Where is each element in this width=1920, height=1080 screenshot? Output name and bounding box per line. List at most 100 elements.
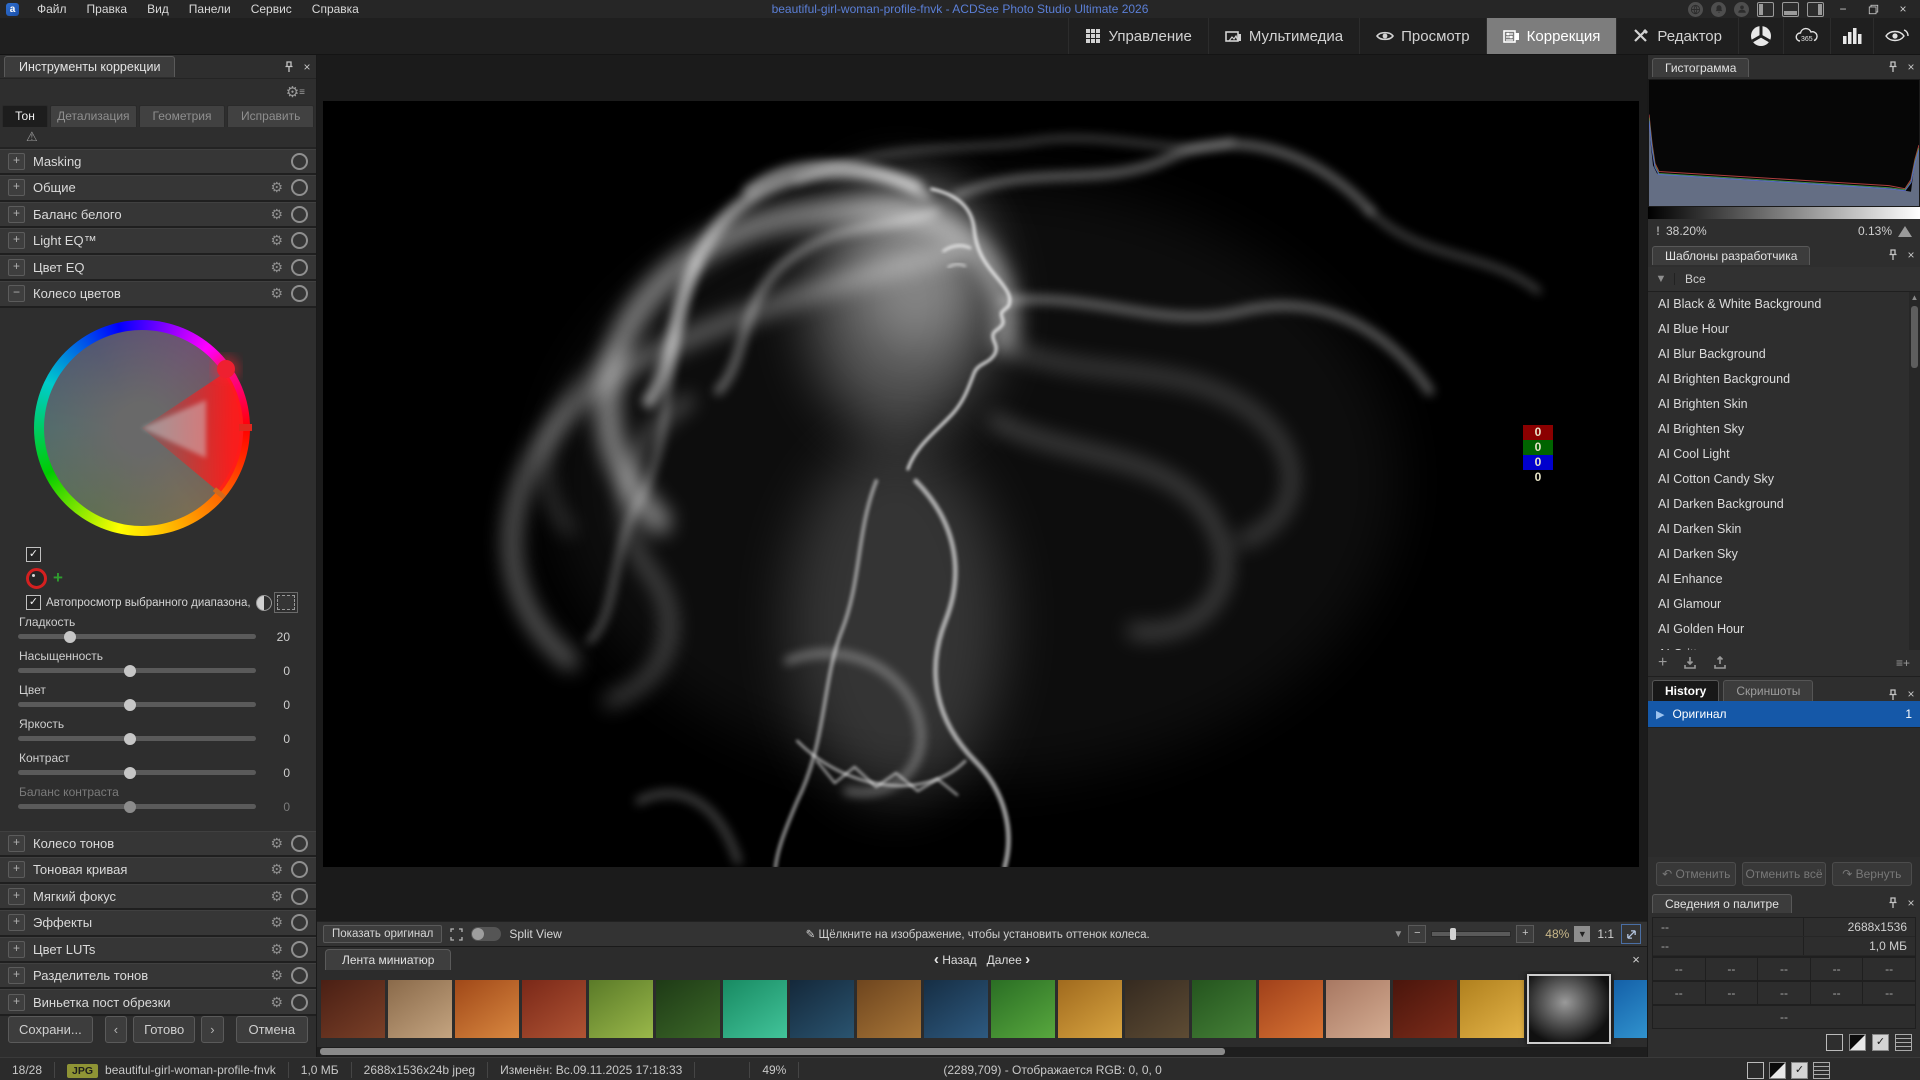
section-white-balance[interactable]: + Баланс белого ⚙: [0, 202, 316, 228]
preset-item[interactable]: AI Brighten Skin: [1648, 392, 1920, 417]
image-canvas[interactable]: 0 0 0 0: [317, 55, 1647, 921]
toggle-right-panel-icon[interactable]: [1807, 2, 1824, 17]
close-panel-icon[interactable]: ×: [1902, 896, 1920, 910]
section-split-tone[interactable]: + Разделитель тонов ⚙: [0, 963, 316, 989]
zoom-slider-handle[interactable]: [1450, 928, 1456, 940]
toggle-left-panel-icon[interactable]: [1757, 2, 1774, 17]
thumbnail[interactable]: [1326, 980, 1390, 1038]
reset-icon[interactable]: [291, 232, 308, 249]
preset-item[interactable]: AI Darken Sky: [1648, 542, 1920, 567]
actual-size-button[interactable]: 1:1: [1595, 927, 1616, 941]
thumbnail[interactable]: [455, 980, 519, 1038]
reset-icon[interactable]: [291, 941, 308, 958]
pin-icon[interactable]: [1884, 689, 1902, 701]
cloud-365-icon[interactable]: 365: [1783, 18, 1830, 54]
filmstrip-scrollbar[interactable]: [317, 1047, 1647, 1057]
show-original-button[interactable]: Показать оригинал: [323, 925, 442, 943]
preset-item[interactable]: AI Golden Hour: [1648, 617, 1920, 642]
next-button[interactable]: Далее: [987, 953, 1022, 967]
previous-image-button[interactable]: ‹: [105, 1016, 127, 1043]
slider-knob[interactable]: [64, 631, 76, 643]
preset-filter-value[interactable]: Все: [1675, 272, 1706, 286]
reset-icon[interactable]: [291, 914, 308, 931]
preset-item[interactable]: AI Darken Skin: [1648, 517, 1920, 542]
shadow-clip-icon[interactable]: !: [1656, 224, 1660, 238]
activity-eye-icon[interactable]: [1873, 18, 1920, 54]
restore-button[interactable]: [1862, 4, 1884, 15]
language-globe-icon[interactable]: [1688, 2, 1703, 17]
tab-geometry[interactable]: Геометрия: [139, 105, 226, 127]
gear-icon[interactable]: ⚙: [270, 967, 283, 984]
thumbnail-selected[interactable]: [1527, 974, 1611, 1044]
preset-item[interactable]: AI Blue Hour: [1648, 317, 1920, 342]
history-item-original[interactable]: ▶ Оригинал 1: [1648, 701, 1920, 727]
pin-icon[interactable]: [280, 61, 298, 73]
cancel-button[interactable]: Отмена: [236, 1016, 308, 1043]
thumbnail[interactable]: [589, 980, 653, 1038]
pin-icon[interactable]: [1884, 897, 1902, 909]
develop-settings-icon[interactable]: ⚙: [286, 83, 299, 101]
saturation-slider[interactable]: [18, 668, 256, 673]
menu-panels[interactable]: Панели: [179, 0, 241, 18]
hue-slider[interactable]: [18, 702, 256, 707]
histogram-plot[interactable]: [1648, 79, 1920, 207]
thumbnail[interactable]: [857, 980, 921, 1038]
minimize-button[interactable]: −: [1832, 0, 1854, 18]
palette-settings-icon[interactable]: [1895, 1034, 1912, 1051]
preset-item[interactable]: AI Brighten Sky: [1648, 417, 1920, 442]
preset-scrollbar[interactable]: ▲: [1909, 292, 1920, 650]
zoom-in-button[interactable]: +: [1516, 925, 1534, 943]
thumbnail[interactable]: [388, 980, 452, 1038]
section-tone-wheels[interactable]: + Колесо тонов ⚙: [0, 831, 316, 857]
no-border-icon[interactable]: [1747, 1062, 1764, 1079]
reset-icon[interactable]: [291, 153, 308, 170]
mode-tab-view[interactable]: Просмотр: [1359, 18, 1486, 54]
preset-item[interactable]: AI Brighten Background: [1648, 367, 1920, 392]
marching-ants-icon[interactable]: [277, 595, 295, 610]
thumbnail[interactable]: [924, 980, 988, 1038]
section-post-crop-vignette[interactable]: + Виньетка пост обрезки ⚙: [0, 989, 316, 1015]
gear-icon[interactable]: ⚙: [270, 888, 283, 905]
color-picker-target-icon[interactable]: [26, 568, 47, 589]
preset-item[interactable]: AI Glamour: [1648, 592, 1920, 617]
import-preset-icon[interactable]: [1683, 656, 1697, 670]
toggle-bottom-panel-icon[interactable]: [1782, 2, 1799, 17]
brightness-slider[interactable]: [18, 736, 256, 741]
gear-icon[interactable]: ⚙: [270, 232, 283, 249]
filmstrip-tab[interactable]: Лента миниатюр: [325, 949, 451, 970]
expand-icon[interactable]: +: [8, 232, 25, 249]
gear-icon[interactable]: ⚙: [270, 206, 283, 223]
contrast-swatch-icon[interactable]: [1769, 1062, 1786, 1079]
tab-snapshots[interactable]: Скриншоты: [1723, 680, 1813, 701]
section-masking[interactable]: + Masking: [0, 149, 316, 175]
autoview-checkbox[interactable]: ✓: [26, 595, 41, 610]
back-chevron-icon[interactable]: ‹: [934, 951, 939, 968]
back-button[interactable]: Назад: [942, 953, 976, 967]
fit-image-icon[interactable]: [450, 928, 463, 941]
close-panel-icon[interactable]: ×: [1902, 248, 1920, 262]
expand-icon[interactable]: +: [8, 153, 25, 170]
zoom-out-button[interactable]: −: [1408, 925, 1426, 943]
filmstrip-close-icon[interactable]: ×: [1625, 952, 1647, 967]
status-settings-icon[interactable]: [1813, 1062, 1830, 1079]
notifications-bell-icon[interactable]: [1711, 2, 1726, 17]
section-effects[interactable]: + Эффекты ⚙: [0, 910, 316, 936]
color-wheel[interactable]: [34, 320, 250, 536]
menu-view[interactable]: Вид: [137, 0, 179, 18]
thumbnail[interactable]: [1614, 980, 1647, 1038]
preset-item[interactable]: AI Enhance: [1648, 567, 1920, 592]
tab-detail[interactable]: Детализация: [50, 105, 137, 127]
thumbnail[interactable]: [991, 980, 1055, 1038]
tab-repair[interactable]: Исправить: [227, 105, 314, 127]
thumbnail[interactable]: [723, 980, 787, 1038]
next-chevron-icon[interactable]: ›: [1025, 951, 1030, 968]
dashboard-icon[interactable]: [1830, 18, 1873, 54]
gear-icon[interactable]: ⚙: [270, 941, 283, 958]
fit-to-window-button[interactable]: [1621, 924, 1641, 944]
slider-knob[interactable]: [124, 767, 136, 779]
zoom-menu-icon[interactable]: ▼: [1393, 929, 1403, 940]
preset-item[interactable]: AI Darken Background: [1648, 492, 1920, 517]
reset-icon[interactable]: [291, 888, 308, 905]
gear-icon[interactable]: ⚙: [270, 861, 283, 878]
smoothness-slider[interactable]: [18, 634, 256, 639]
